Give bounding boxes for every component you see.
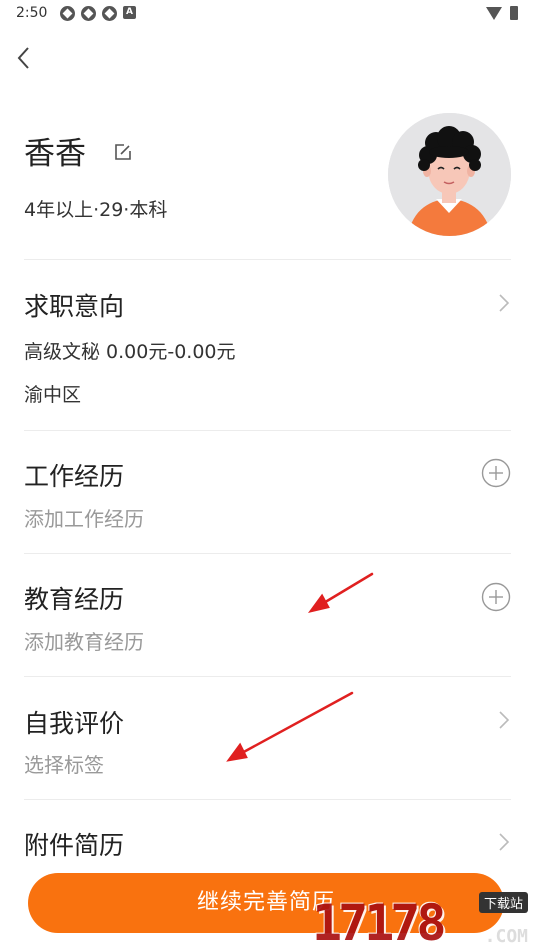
notification-app-icon (81, 6, 96, 21)
job-intent-title[interactable]: 求职意向 (24, 287, 124, 323)
chevron-right-icon[interactable] (496, 830, 512, 854)
wifi-icon (486, 6, 502, 20)
add-work-experience-link[interactable]: 添加工作经历 (24, 503, 144, 532)
divider (24, 259, 511, 260)
status-bar: 2:50 A (0, 0, 534, 28)
status-time: 2:50 (16, 5, 48, 21)
annotation-arrow-head (307, 593, 330, 613)
job-intent-district: 渝中区 (24, 384, 82, 406)
work-experience-title: 工作经历 (24, 462, 125, 491)
notification-app-icon (102, 6, 117, 21)
annotation-arrow-shaft (238, 691, 354, 756)
watermark-domain: .COM (484, 926, 528, 947)
system-icons (486, 6, 518, 20)
divider (24, 799, 511, 800)
notification-app-icon (60, 6, 75, 21)
notification-icons: A (60, 6, 136, 21)
add-education-link[interactable]: 添加教育经历 (24, 626, 144, 655)
notification-a-icon: A (123, 6, 136, 19)
profile-meta: 4年以上·29·本科 (24, 199, 168, 221)
back-button[interactable] (12, 44, 36, 72)
continue-improve-resume-button[interactable]: 继续完善简历 (28, 873, 504, 933)
edit-profile-button[interactable] (113, 142, 133, 166)
chevron-right-icon[interactable] (496, 708, 512, 732)
job-intent-position-salary: 高级文秘 0.00元-0.00元 (24, 341, 236, 363)
chevron-right-icon[interactable] (496, 291, 512, 315)
avatar-illustration (388, 113, 511, 236)
avatar[interactable] (388, 113, 511, 236)
self-evaluation-title[interactable]: 自我评价 (24, 704, 124, 740)
attachment-resume-title[interactable]: 附件简历 (24, 826, 124, 862)
divider (24, 430, 511, 431)
annotation-arrow-shaft (320, 572, 374, 606)
plus-circle-icon[interactable] (481, 582, 511, 612)
profile-name: 香香 (24, 136, 86, 172)
divider (24, 676, 511, 677)
annotation-arrow-head (226, 742, 248, 762)
education-title: 教育经历 (24, 585, 125, 614)
edit-icon (115, 144, 131, 160)
back-icon (17, 47, 29, 69)
plus-circle-icon[interactable] (481, 458, 511, 488)
divider (24, 553, 511, 554)
select-tags-link[interactable]: 选择标签 (24, 749, 104, 778)
battery-icon (510, 6, 518, 20)
